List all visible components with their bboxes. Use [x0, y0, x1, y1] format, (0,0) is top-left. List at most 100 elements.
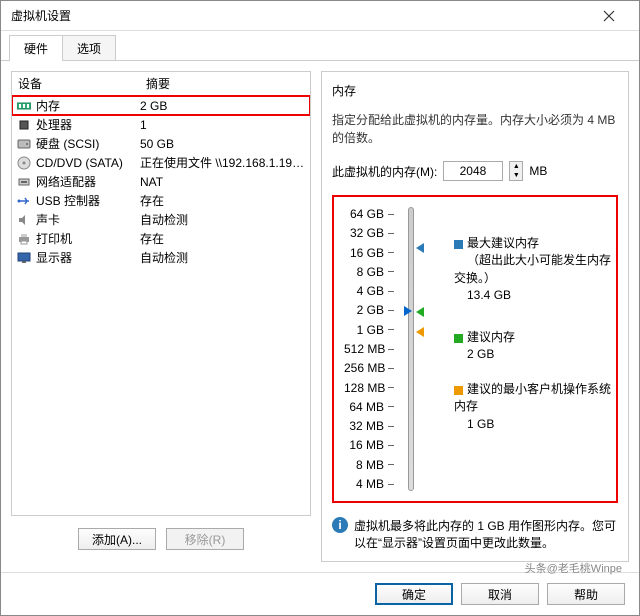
- scale-tick: 32 GB: [344, 226, 394, 240]
- memory-scale: 64 GB 32 GB 16 GB 8 GB 4 GB 2 GB 1 GB 512 MB 256…: [344, 207, 404, 491]
- scale-tick: 2 GB: [344, 303, 394, 317]
- device-summary: NAT: [140, 175, 306, 189]
- scale-tick: 512 MB: [344, 342, 394, 356]
- triangle-orange-icon: [416, 327, 424, 337]
- device-summary: 正在使用文件 \\192.168.1.198...: [140, 154, 306, 171]
- device-row-printer[interactable]: 打印机存在: [12, 229, 310, 248]
- marker-min: [416, 327, 424, 337]
- tab-hardware[interactable]: 硬件: [9, 35, 63, 61]
- device-name: 内存: [36, 97, 140, 114]
- marker-max: [416, 243, 424, 253]
- memory-panel: 内存 指定分配给此虚拟机的内存量。内存大小必须为 4 MB 的倍数。 此虚拟机的…: [321, 71, 629, 562]
- add-device-button[interactable]: 添加(A)...: [78, 528, 156, 550]
- left-pane: 设备 摘要 内存2 GB处理器1硬盘 (SCSI)50 GBCD/DVD (SA…: [11, 71, 311, 562]
- device-row-memory[interactable]: 内存2 GB: [12, 96, 310, 115]
- device-row-display[interactable]: 显示器自动检测: [12, 248, 310, 267]
- device-row-cd[interactable]: CD/DVD (SATA)正在使用文件 \\192.168.1.198...: [12, 153, 310, 172]
- sound-icon: [16, 212, 32, 228]
- spin-down-icon[interactable]: ▼: [510, 171, 522, 180]
- printer-icon: [16, 231, 32, 247]
- help-button[interactable]: 帮助: [547, 583, 625, 605]
- vm-settings-dialog: 虚拟机设置 硬件 选项 设备 摘要 内存2 GB处理器1硬盘 (SCSI)50 …: [0, 0, 640, 616]
- memory-slider-track[interactable]: [408, 207, 414, 491]
- scale-tick: 4 MB: [344, 477, 394, 491]
- device-name: 处理器: [36, 116, 140, 133]
- memory-heading: 内存: [332, 82, 618, 99]
- scale-tick: 64 GB: [344, 207, 394, 221]
- cd-icon: [16, 155, 32, 171]
- titlebar: 虚拟机设置: [1, 1, 639, 31]
- device-summary: 50 GB: [140, 137, 306, 151]
- scale-tick: 64 MB: [344, 400, 394, 414]
- device-summary: 存在: [140, 192, 306, 209]
- hdd-icon: [16, 136, 32, 152]
- legend-min: 建议的最小客户机操作系统内存 1 GB: [454, 381, 616, 433]
- cpu-icon: [16, 117, 32, 133]
- content-area: 设备 摘要 内存2 GB处理器1硬盘 (SCSI)50 GBCD/DVD (SA…: [1, 61, 639, 572]
- watermark: 头条@老毛桃Winpe: [525, 560, 622, 576]
- device-summary: 存在: [140, 230, 306, 247]
- device-buttons: 添加(A)... 移除(R): [11, 516, 311, 562]
- triangle-green-icon: [416, 307, 424, 317]
- scale-tick: 128 MB: [344, 381, 394, 395]
- memory-slider-box: 64 GB 32 GB 16 GB 8 GB 4 GB 2 GB 1 GB 512 MB 256…: [332, 195, 618, 503]
- device-name: 打印机: [36, 230, 140, 247]
- square-orange-icon: [454, 386, 463, 395]
- device-name: 显示器: [36, 249, 140, 266]
- marker-rec: [416, 307, 424, 317]
- dialog-buttons: 确定 取消 帮助: [1, 572, 639, 615]
- square-green-icon: [454, 334, 463, 343]
- scale-tick: 8 GB: [344, 265, 394, 279]
- scale-tick: 1 GB: [344, 323, 394, 337]
- device-summary: 2 GB: [140, 99, 306, 113]
- device-name: 网络适配器: [36, 173, 140, 190]
- scale-tick: 16 GB: [344, 246, 394, 260]
- triangle-blue-icon: [416, 243, 424, 253]
- device-name: 声卡: [36, 211, 140, 228]
- col-summary: 摘要: [140, 72, 310, 95]
- device-header: 设备 摘要: [12, 72, 310, 96]
- scale-tick: 4 GB: [344, 284, 394, 298]
- device-row-net[interactable]: 网络适配器NAT: [12, 172, 310, 191]
- memory-spinner[interactable]: ▲▼: [509, 161, 523, 181]
- col-device: 设备: [12, 72, 140, 95]
- memory-value-input[interactable]: [443, 161, 503, 181]
- memory-info-text: 虚拟机最多将此内存的 1 GB 用作图形内存。您可以在“显示器”设置页面中更改此…: [354, 517, 618, 551]
- close-button[interactable]: [589, 2, 629, 30]
- device-name: 硬盘 (SCSI): [36, 135, 140, 152]
- memory-icon: [16, 98, 32, 114]
- device-row-usb[interactable]: USB 控制器存在: [12, 191, 310, 210]
- tab-options[interactable]: 选项: [62, 35, 116, 61]
- square-blue-icon: [454, 240, 463, 249]
- cancel-button[interactable]: 取消: [461, 583, 539, 605]
- legend-max: 最大建议内存 （超出此大小可能发生内存交换。） 13.4 GB: [454, 235, 616, 305]
- device-list: 设备 摘要 内存2 GB处理器1硬盘 (SCSI)50 GBCD/DVD (SA…: [11, 71, 311, 516]
- device-summary: 自动检测: [140, 211, 306, 228]
- legend-rec: 建议内存 2 GB: [454, 329, 515, 364]
- window-title: 虚拟机设置: [11, 7, 589, 24]
- scale-tick: 16 MB: [344, 438, 394, 452]
- memory-description: 指定分配给此虚拟机的内存量。内存大小必须为 4 MB 的倍数。: [332, 111, 618, 147]
- info-icon: i: [332, 517, 348, 533]
- ok-button[interactable]: 确定: [375, 583, 453, 605]
- spin-up-icon[interactable]: ▲: [510, 162, 522, 171]
- close-icon: [603, 10, 615, 22]
- device-row-sound[interactable]: 声卡自动检测: [12, 210, 310, 229]
- remove-device-button: 移除(R): [166, 528, 244, 550]
- tab-strip: 硬件 选项: [1, 31, 639, 61]
- memory-input-row: 此虚拟机的内存(M): ▲▼ MB: [332, 161, 618, 181]
- display-icon: [16, 250, 32, 266]
- scale-tick: 256 MB: [344, 361, 394, 375]
- device-name: USB 控制器: [36, 192, 140, 209]
- device-summary: 自动检测: [140, 249, 306, 266]
- device-row-cpu[interactable]: 处理器1: [12, 115, 310, 134]
- device-name: CD/DVD (SATA): [36, 156, 140, 170]
- device-summary: 1: [140, 118, 306, 132]
- device-row-hdd[interactable]: 硬盘 (SCSI)50 GB: [12, 134, 310, 153]
- memory-input-label: 此虚拟机的内存(M):: [332, 163, 437, 180]
- scale-tick: 8 MB: [344, 458, 394, 472]
- net-icon: [16, 174, 32, 190]
- scale-tick: 32 MB: [344, 419, 394, 433]
- memory-unit: MB: [529, 164, 547, 178]
- usb-icon: [16, 193, 32, 209]
